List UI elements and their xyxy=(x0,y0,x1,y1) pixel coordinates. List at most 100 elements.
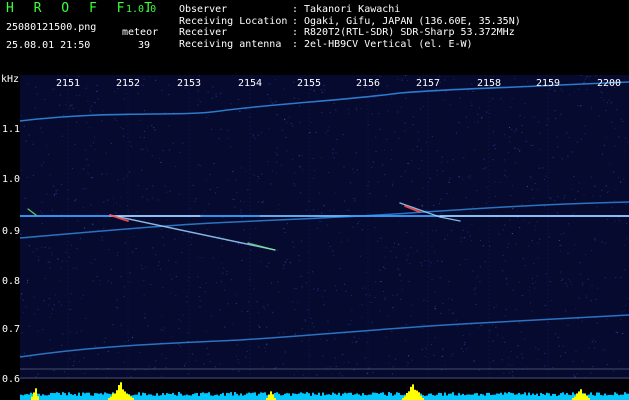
noise-speck xyxy=(163,327,165,329)
noise-speck xyxy=(130,145,132,147)
noise-speck xyxy=(460,237,462,239)
noise-speck xyxy=(51,209,53,211)
noise-speck xyxy=(154,366,156,368)
noise-speck xyxy=(407,362,409,364)
noise-speck xyxy=(358,221,360,223)
noise-speck xyxy=(285,137,287,139)
noise-speck xyxy=(585,297,588,299)
noise-speck xyxy=(348,209,350,211)
noise-speck xyxy=(544,352,546,354)
histogram-bar xyxy=(488,392,490,400)
noise-speck xyxy=(53,194,55,196)
noise-speck xyxy=(495,326,497,328)
noise-speck xyxy=(559,245,561,246)
noise-speck xyxy=(48,298,51,299)
noise-speck xyxy=(41,246,43,248)
noise-speck xyxy=(523,117,525,118)
noise-speck xyxy=(237,359,239,361)
histogram-bar xyxy=(264,392,266,400)
noise-speck xyxy=(537,257,539,259)
histogram-bar xyxy=(104,392,106,400)
noise-speck xyxy=(294,185,296,187)
noise-speck xyxy=(406,231,408,233)
noise-speck xyxy=(146,188,148,190)
noise-speck xyxy=(398,269,400,271)
noise-speck xyxy=(398,243,400,245)
noise-speck xyxy=(79,360,81,362)
noise-speck xyxy=(605,137,607,139)
noise-speck xyxy=(444,238,446,240)
histogram-bar xyxy=(228,393,230,400)
noise-speck xyxy=(421,349,423,350)
noise-speck xyxy=(209,189,211,190)
noise-speck xyxy=(545,175,547,177)
noise-speck xyxy=(618,360,620,362)
noise-speck xyxy=(508,127,511,128)
noise-speck xyxy=(384,149,386,151)
noise-speck xyxy=(197,90,199,92)
noise-speck xyxy=(292,241,294,243)
noise-speck xyxy=(603,144,605,146)
noise-speck xyxy=(364,287,366,289)
noise-speck xyxy=(51,89,53,91)
histogram-bar xyxy=(604,393,606,400)
noise-speck xyxy=(606,364,608,365)
noise-speck xyxy=(483,168,485,170)
noise-speck xyxy=(570,283,573,285)
noise-speck xyxy=(543,365,546,367)
histogram-bar xyxy=(624,392,626,400)
secondary-carrier-trace xyxy=(20,201,629,239)
noise-speck xyxy=(554,199,556,201)
noise-speck xyxy=(537,359,539,361)
noise-speck xyxy=(47,261,49,263)
noise-speck xyxy=(560,88,562,90)
noise-speck xyxy=(371,113,373,115)
noise-speck xyxy=(289,262,291,264)
noise-speck xyxy=(391,150,393,151)
noise-speck xyxy=(504,170,506,172)
histogram-peak-bar xyxy=(412,384,414,400)
noise-speck xyxy=(323,304,325,306)
noise-speck xyxy=(84,149,86,151)
noise-speck xyxy=(20,332,22,334)
noise-speck xyxy=(148,365,150,367)
histogram-bar xyxy=(320,395,322,400)
noise-speck xyxy=(96,276,98,277)
noise-speck xyxy=(22,331,24,333)
noise-speck xyxy=(417,131,419,132)
noise-speck xyxy=(353,197,355,199)
histogram-peak-bar xyxy=(33,392,35,400)
noise-speck xyxy=(371,321,373,323)
noise-speck xyxy=(444,79,446,81)
histogram-bar xyxy=(58,392,60,400)
noise-speck xyxy=(585,295,587,297)
noise-speck xyxy=(413,206,416,208)
noise-speck xyxy=(561,158,563,160)
noise-speck xyxy=(562,278,564,280)
noise-speck xyxy=(23,311,25,313)
noise-speck xyxy=(23,125,25,127)
noise-speck xyxy=(293,246,295,248)
noise-speck xyxy=(60,268,62,270)
histogram-bar xyxy=(152,395,154,400)
histogram-bar xyxy=(192,394,194,400)
noise-speck xyxy=(594,239,596,241)
histogram-bar xyxy=(182,395,184,400)
histogram-bar xyxy=(22,395,24,400)
noise-speck xyxy=(75,199,77,201)
noise-speck xyxy=(489,245,491,247)
noise-speck xyxy=(440,313,442,314)
noise-speck xyxy=(76,95,78,96)
histogram-bar xyxy=(28,394,30,400)
histogram-bar xyxy=(136,394,138,400)
noise-speck xyxy=(462,351,464,352)
noise-speck xyxy=(431,324,433,326)
histogram-bar xyxy=(52,393,54,400)
noise-speck xyxy=(247,189,249,191)
noise-speck xyxy=(43,162,45,164)
noise-speck xyxy=(476,190,478,192)
info-separator: : xyxy=(292,27,299,38)
noise-speck xyxy=(65,260,67,262)
noise-speck xyxy=(504,260,506,262)
noise-speck xyxy=(400,106,402,108)
